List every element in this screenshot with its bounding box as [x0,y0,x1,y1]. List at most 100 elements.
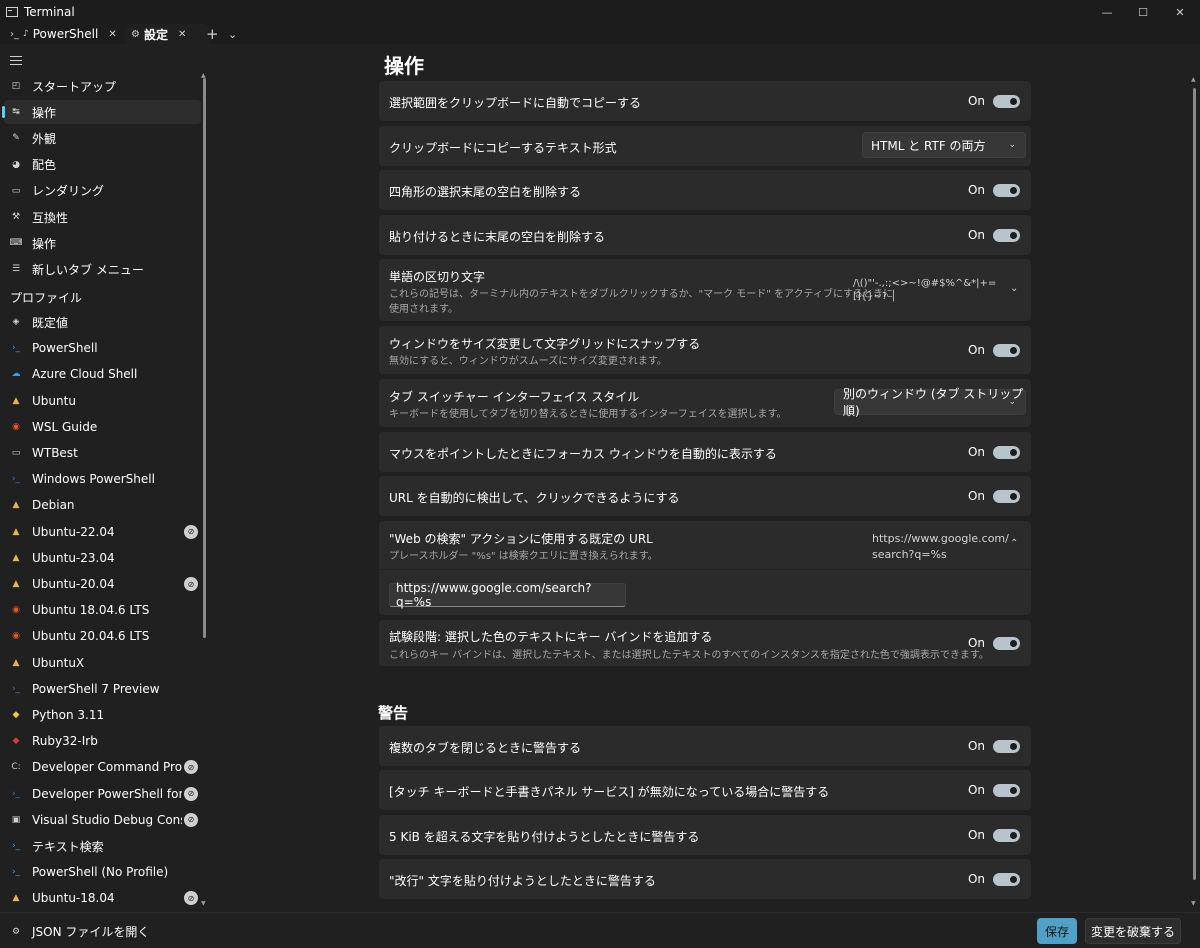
sidebar-profile-item[interactable]: ▲ Ubuntu-20.04 ⊘ [4,572,201,596]
maximize-button[interactable]: ☐ [1123,0,1163,24]
sidebar-profile-item[interactable]: ◉ WSL Guide [4,415,201,439]
sidebar-item-monitor[interactable]: ▭ レンダリング [4,179,201,203]
toggle-switch[interactable] [993,489,1020,503]
sidebar-item-compat[interactable]: ⚒ 互換性 [4,205,201,229]
sidebar-profile-item[interactable]: ☁ Azure Cloud Shell [4,362,201,386]
search-url-input[interactable]: https://www.google.com/search?q=%s [389,581,626,609]
debug-console-icon: ▣ [11,814,21,825]
sidebar-scrollbar[interactable] [203,78,206,638]
tab-powershell[interactable]: ›_ ♪ PowerShell ✕ [10,24,117,44]
sidebar-item-list[interactable]: ☰ 新しいタブ メニュー [4,257,201,281]
sidebar-profile-item[interactable]: ◉ Ubuntu 18.04.6 LTS [4,598,201,622]
open-json-button[interactable]: ⚙ JSON ファイルを開く [10,923,149,940]
sidebar-profile-item[interactable]: ▭ WTBest [4,441,201,465]
sidebar-item-label: Ubuntu-22.04 [32,524,115,539]
setting-label: "Web の検索" アクションに使用する既定の URL [389,532,653,546]
snap-resize-toggle[interactable]: On [968,343,1020,357]
sidebar-item-brush[interactable]: ✎ 外観 [4,126,201,150]
hamburger-menu-icon[interactable] [10,56,22,68]
powershell-icon: ›_ [11,841,21,851]
toggle-switch[interactable] [993,94,1020,108]
trim-paste-toggle[interactable]: On [968,228,1020,242]
warn-touch-keyboard-toggle[interactable]: On [968,783,1020,797]
focus-follow-toggle[interactable]: On [968,445,1020,459]
sidebar-profile-item[interactable]: ▲ Ubuntu-23.04 [4,546,201,570]
warn-close-tabs-toggle[interactable]: On [968,739,1020,753]
sidebar-profile-item[interactable]: ◆ Python 3.11 [4,703,201,727]
warnings-section-title: 警告 [378,704,409,722]
chevron-down-icon[interactable]: ⌄ [1010,283,1018,294]
sidebar-item-label: Visual Studio Debug Console [32,812,182,827]
sidebar-profile-item[interactable]: ▲ Ubuntu-22.04 ⊘ [4,520,201,544]
powershell-icon: ›_ [11,867,21,878]
toggle-switch[interactable] [993,828,1020,842]
sidebar-profile-item[interactable]: ›_ PowerShell [4,336,201,360]
toggle-switch[interactable] [993,228,1020,242]
auto-copy-toggle[interactable]: On [968,94,1020,108]
sidebar-profile-item[interactable]: ▣ Visual Studio Debug Console⊘ [4,808,201,832]
setting-label: クリップボードにコピーするテキスト形式 [389,141,617,155]
detect-url-toggle[interactable]: On [968,489,1020,503]
sidebar-item-label: Developer Command Prompt [32,760,182,775]
warn-touch-keyboard-setting: [タッチ キーボードと手書きパネル サービス] が無効になっている場合に警告する… [379,770,1031,810]
sidebar-profile-item[interactable]: ◈ 既定値 [4,310,201,334]
sidebar-item-label: Ubuntu 18.04.6 LTS [32,603,150,618]
warn-large-paste-setting: 5 KiB を超える文字を貼り付けようとしたときに警告する On [379,815,1031,855]
color-keybind-toggle[interactable]: On [968,636,1020,650]
linux-icon: ▲ [12,579,20,589]
toggle-switch[interactable] [993,343,1020,357]
sidebar-item-label: Ubuntu-23.04 [32,550,115,565]
sidebar-scroll-down-arrow[interactable]: ▼ [201,900,206,907]
new-tab-button[interactable]: + [206,24,219,44]
close-tab-icon[interactable]: ✕ [108,29,116,40]
sidebar-profile-item[interactable]: ›_ Windows PowerShell [4,467,201,491]
close-tab-icon[interactable]: ✕ [178,29,186,40]
sidebar-item-interaction[interactable]: ↹ 操作 [2,100,201,125]
sidebar-item-label: Ubuntu-20.04 [32,577,115,591]
tab-label: 設定 [143,27,168,42]
sidebar-profile-item[interactable]: ◆ Ruby32-Irb [4,729,201,753]
toggle-switch[interactable] [993,783,1020,797]
main-scroll-down-arrow[interactable]: ▼ [1191,900,1196,907]
sidebar-item-keyboard[interactable]: ⌨ 操作 [4,231,201,255]
close-window-button[interactable]: ✕ [1160,0,1200,24]
main-scroll-up-arrow[interactable]: ▲ [1191,76,1196,83]
minimize-button[interactable]: — [1087,0,1127,24]
main-scrollbar[interactable] [1193,88,1196,880]
sidebar-profile-item[interactable]: ›_ PowerShell 7 Preview [4,677,201,701]
sidebar-profile-item[interactable]: ▲ Ubuntu [4,389,201,413]
toggle-switch[interactable] [993,636,1020,650]
sidebar-profile-item[interactable]: ›_ テキスト検索 [4,834,201,858]
sidebar-profile-item[interactable]: ▲ Ubuntu-18.04 ⊘ [4,886,201,910]
sidebar-profile-item[interactable]: ›_ Developer PowerShell for VS⊘ [4,782,201,806]
word-delimiters-setting[interactable]: 単語の区切り文字 これらの記号は、ターミナル内のテキストをダブルクリックするか、… [379,259,1031,321]
toggle-switch[interactable] [993,872,1020,886]
sidebar-profile-item[interactable]: ▲ Debian [4,493,201,517]
copy-format-dropdown[interactable]: HTML と RTF の両方 ⌄ [862,132,1026,158]
sidebar-profile-item[interactable]: ▲ UbuntuX [4,651,201,675]
sidebar-profile-item[interactable]: ◉ Ubuntu 20.04.6 LTS [4,624,201,648]
setting-label: 貼り付けるときに末尾の空白を削除する [389,230,606,244]
sidebar-profile-item[interactable]: ›_ PowerShell (No Profile) [4,860,201,884]
sidebar-profile-item[interactable]: C: Developer Command Prompt⊘ [4,755,201,779]
toggle-switch[interactable] [993,739,1020,753]
sidebar-item-startup[interactable]: ◰ スタートアップ [4,74,201,98]
toggle-switch[interactable] [993,183,1020,197]
save-button[interactable]: 保存 [1037,918,1077,944]
tab-settings[interactable]: ⚙ 設定 ✕ [125,24,209,44]
sidebar-item-label: 操作 [32,236,57,251]
toggle-switch[interactable] [993,445,1020,459]
discard-changes-button[interactable]: 変更を破棄する [1085,918,1181,944]
sidebar-item-palette[interactable]: ◕ 配色 [4,153,201,177]
new-tab-dropdown-button[interactable]: ⌄ [228,24,237,44]
trim-block-toggle[interactable]: On [968,183,1020,197]
warn-large-paste-toggle[interactable]: On [968,828,1020,842]
keyboard-icon: ⌨ [9,238,23,249]
sidebar-item-label: 互換性 [32,210,69,225]
warn-newline-paste-toggle[interactable]: On [968,872,1020,886]
tab-switcher-dropdown[interactable]: 別のウィンドウ (タブ ストリップ順) ⌄ [834,387,1026,418]
python-icon: ◆ [12,710,20,720]
toggle-state: On [967,445,985,459]
chevron-up-icon[interactable]: ⌃ [1010,538,1018,549]
interaction-icon: ↹ [12,107,20,118]
